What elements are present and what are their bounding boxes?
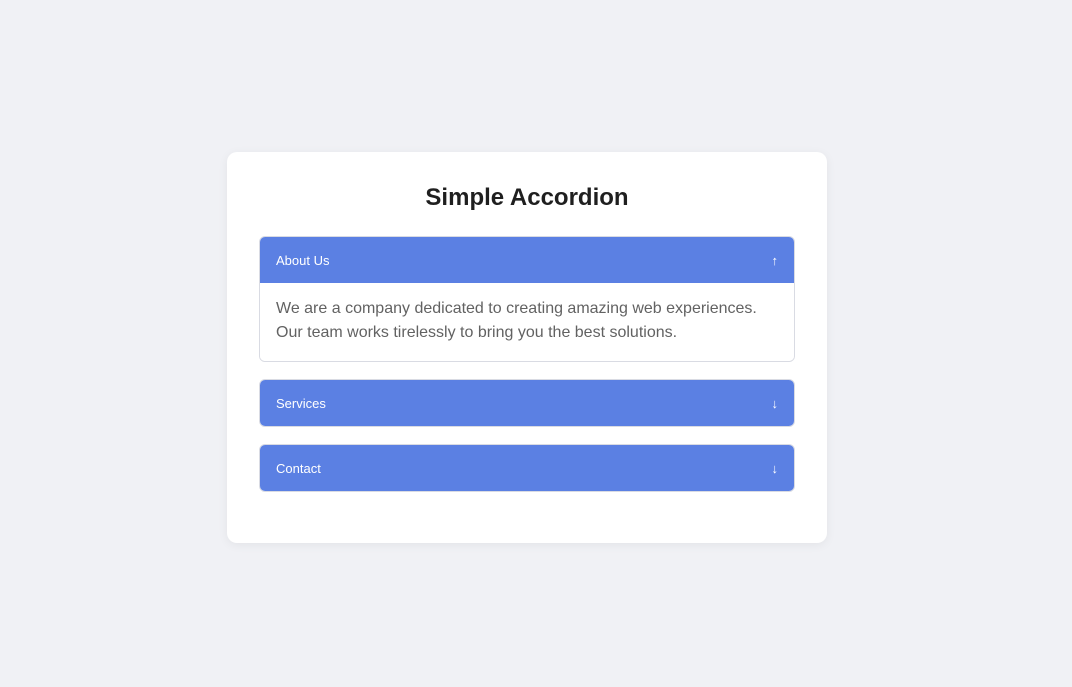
accordion-label: About Us bbox=[276, 252, 330, 268]
accordion-label: Contact bbox=[276, 460, 321, 476]
accordion-header-services[interactable]: Services ↓ bbox=[260, 380, 794, 426]
arrow-up-icon: ↑ bbox=[771, 252, 779, 268]
accordion-item-about-us: About Us ↑ We are a company dedicated to… bbox=[259, 236, 795, 362]
page-title: Simple Accordion bbox=[425, 184, 629, 211]
arrow-down-icon: ↓ bbox=[771, 460, 779, 476]
accordion-item-services: Services ↓ bbox=[259, 379, 795, 427]
accordion-item-contact: Contact ↓ bbox=[259, 444, 795, 492]
accordion-card: Simple Accordion About Us ↑ We are a com… bbox=[227, 152, 827, 543]
accordion-header-about-us[interactable]: About Us ↑ bbox=[260, 237, 794, 283]
accordion-header-contact[interactable]: Contact ↓ bbox=[260, 445, 794, 491]
accordion-content-about-us: We are a company dedicated to creating a… bbox=[260, 283, 794, 361]
arrow-down-icon: ↓ bbox=[771, 395, 779, 411]
accordion-label: Services bbox=[276, 395, 326, 411]
